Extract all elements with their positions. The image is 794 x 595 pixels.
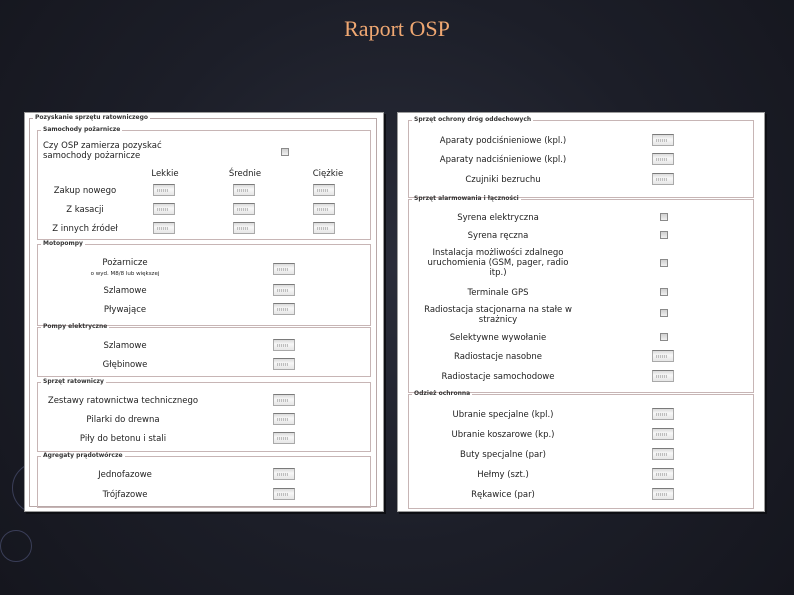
item-label: Instalacja możliwości zdalnego uruchomie… <box>427 248 569 278</box>
motopompy-szlamowe-input[interactable] <box>273 284 295 296</box>
item-label: Czujniki bezruchu <box>465 175 541 185</box>
item-label: Syrena ręczna <box>467 231 529 241</box>
kasacja-heavy-input[interactable] <box>313 203 335 215</box>
ubranie-specjalne-input[interactable] <box>652 408 674 420</box>
row-label-kasacja: Z kasacji <box>66 205 104 215</box>
other-medium-input[interactable] <box>233 222 255 234</box>
item-label: Ubranie koszarowe (kp.) <box>451 430 555 440</box>
kasacja-medium-input[interactable] <box>233 203 255 215</box>
col-header-medium: Średnie <box>228 169 262 179</box>
syrena-reczna-checkbox[interactable] <box>660 231 668 239</box>
item-label: Radiostacja stacjonarna na stałe w straż… <box>424 305 572 325</box>
group-legend: Motopompy <box>43 240 83 247</box>
new-medium-input[interactable] <box>233 184 255 196</box>
terminale-gps-checkbox[interactable] <box>660 288 668 296</box>
jednofazowe-input[interactable] <box>273 468 295 480</box>
ubranie-koszarowe-input[interactable] <box>652 428 674 440</box>
right-form-panel: Sprzęt ochrony dróg oddechowych Aparaty … <box>397 112 765 512</box>
motopompy-plywajace-input[interactable] <box>273 303 295 315</box>
radiostacja-stacjonarna-checkbox[interactable] <box>660 309 668 317</box>
item-label: Selektywne wywołanie <box>449 333 547 343</box>
pily-input[interactable] <box>273 432 295 444</box>
item-label: Pływające <box>103 305 147 315</box>
group-legend: Sprzęt alarmowania i łączności <box>414 195 519 202</box>
zestawy-input[interactable] <box>273 394 295 406</box>
kasacja-light-input[interactable] <box>153 203 175 215</box>
group-legend: Agregaty prądotwórcze <box>43 452 123 459</box>
item-label: Pożarnicze <box>102 258 148 268</box>
vehicles-checkbox[interactable] <box>281 148 289 156</box>
pilarki-input[interactable] <box>273 413 295 425</box>
radiostacje-samochodowe-input[interactable] <box>652 370 674 382</box>
item-label: Radiostacje nasobne <box>453 352 543 362</box>
helmy-input[interactable] <box>652 468 674 480</box>
item-label: Hełmy (szt.) <box>477 470 529 480</box>
item-label: Rękawice (par) <box>471 490 535 500</box>
group-legend: Sprzęt ratowniczy <box>43 378 104 385</box>
question-label: Czy OSP zamierza pozyskać samochody poża… <box>43 141 162 161</box>
item-label: Buty specjalne (par) <box>460 450 546 460</box>
col-header-heavy: Ciężkie <box>312 169 344 179</box>
new-heavy-input[interactable] <box>313 184 335 196</box>
new-light-input[interactable] <box>153 184 175 196</box>
pompy-glebinowe-input[interactable] <box>273 358 295 370</box>
row-label-new: Zakup nowego <box>53 186 117 196</box>
item-label: Szlamowe <box>103 286 147 296</box>
aparaty-nadcisnieniowe-input[interactable] <box>652 153 674 165</box>
item-label: Trójfazowe <box>102 490 148 500</box>
left-form-panel: Pozyskanie sprzętu ratowniczego Samochod… <box>24 112 384 512</box>
item-label: Głębinowe <box>102 360 148 370</box>
radiostacje-nasobne-input[interactable] <box>652 350 674 362</box>
group-legend: Sprzęt ochrony dróg oddechowych <box>414 116 532 123</box>
item-label: Syrena elektryczna <box>457 213 539 223</box>
buty-input[interactable] <box>652 448 674 460</box>
czujniki-input[interactable] <box>652 173 674 185</box>
slide-title: Raport OSP <box>344 16 450 41</box>
item-label: Aparaty nadciśnieniowe (kpl.) <box>439 155 567 165</box>
item-label: Terminale GPS <box>467 288 529 298</box>
item-label: Jednofazowe <box>98 470 152 480</box>
panel-title: Pozyskanie sprzętu ratowniczego <box>33 113 151 122</box>
group-legend: Pompy elektryczne <box>43 323 108 330</box>
syrena-elektryczna-checkbox[interactable] <box>660 213 668 221</box>
group-legend: Odzież ochronna <box>414 390 471 397</box>
item-label: Pilarki do drewna <box>86 415 160 425</box>
item-label: Radiostacje samochodowe <box>441 372 555 382</box>
col-header-light: Lekkie <box>151 169 179 179</box>
row-label-other: Z innych źródeł <box>52 224 118 234</box>
zdalne-uruchomienie-checkbox[interactable] <box>660 259 668 267</box>
item-label: Aparaty podciśnieniowe (kpl.) <box>439 136 567 146</box>
decorative-circle <box>0 530 32 562</box>
aparaty-podcisnieniowe-input[interactable] <box>652 134 674 146</box>
item-label: Zestawy ratownictwa technicznego <box>47 396 199 406</box>
pompy-szlamowe-input[interactable] <box>273 339 295 351</box>
item-note: o wyd. M8/8 lub większej <box>90 271 160 277</box>
selektywne-wywolanie-checkbox[interactable] <box>660 333 668 341</box>
item-label: Szlamowe <box>103 341 147 351</box>
other-heavy-input[interactable] <box>313 222 335 234</box>
group-legend: Samochody pożarnicze <box>43 126 121 133</box>
rekawice-input[interactable] <box>652 488 674 500</box>
motopompy-pozarnicze-input[interactable] <box>273 263 295 275</box>
item-label: Piły do betonu i stali <box>79 434 167 444</box>
trojfazowe-input[interactable] <box>273 488 295 500</box>
item-label: Ubranie specjalne (kpl.) <box>452 410 554 420</box>
other-light-input[interactable] <box>153 222 175 234</box>
